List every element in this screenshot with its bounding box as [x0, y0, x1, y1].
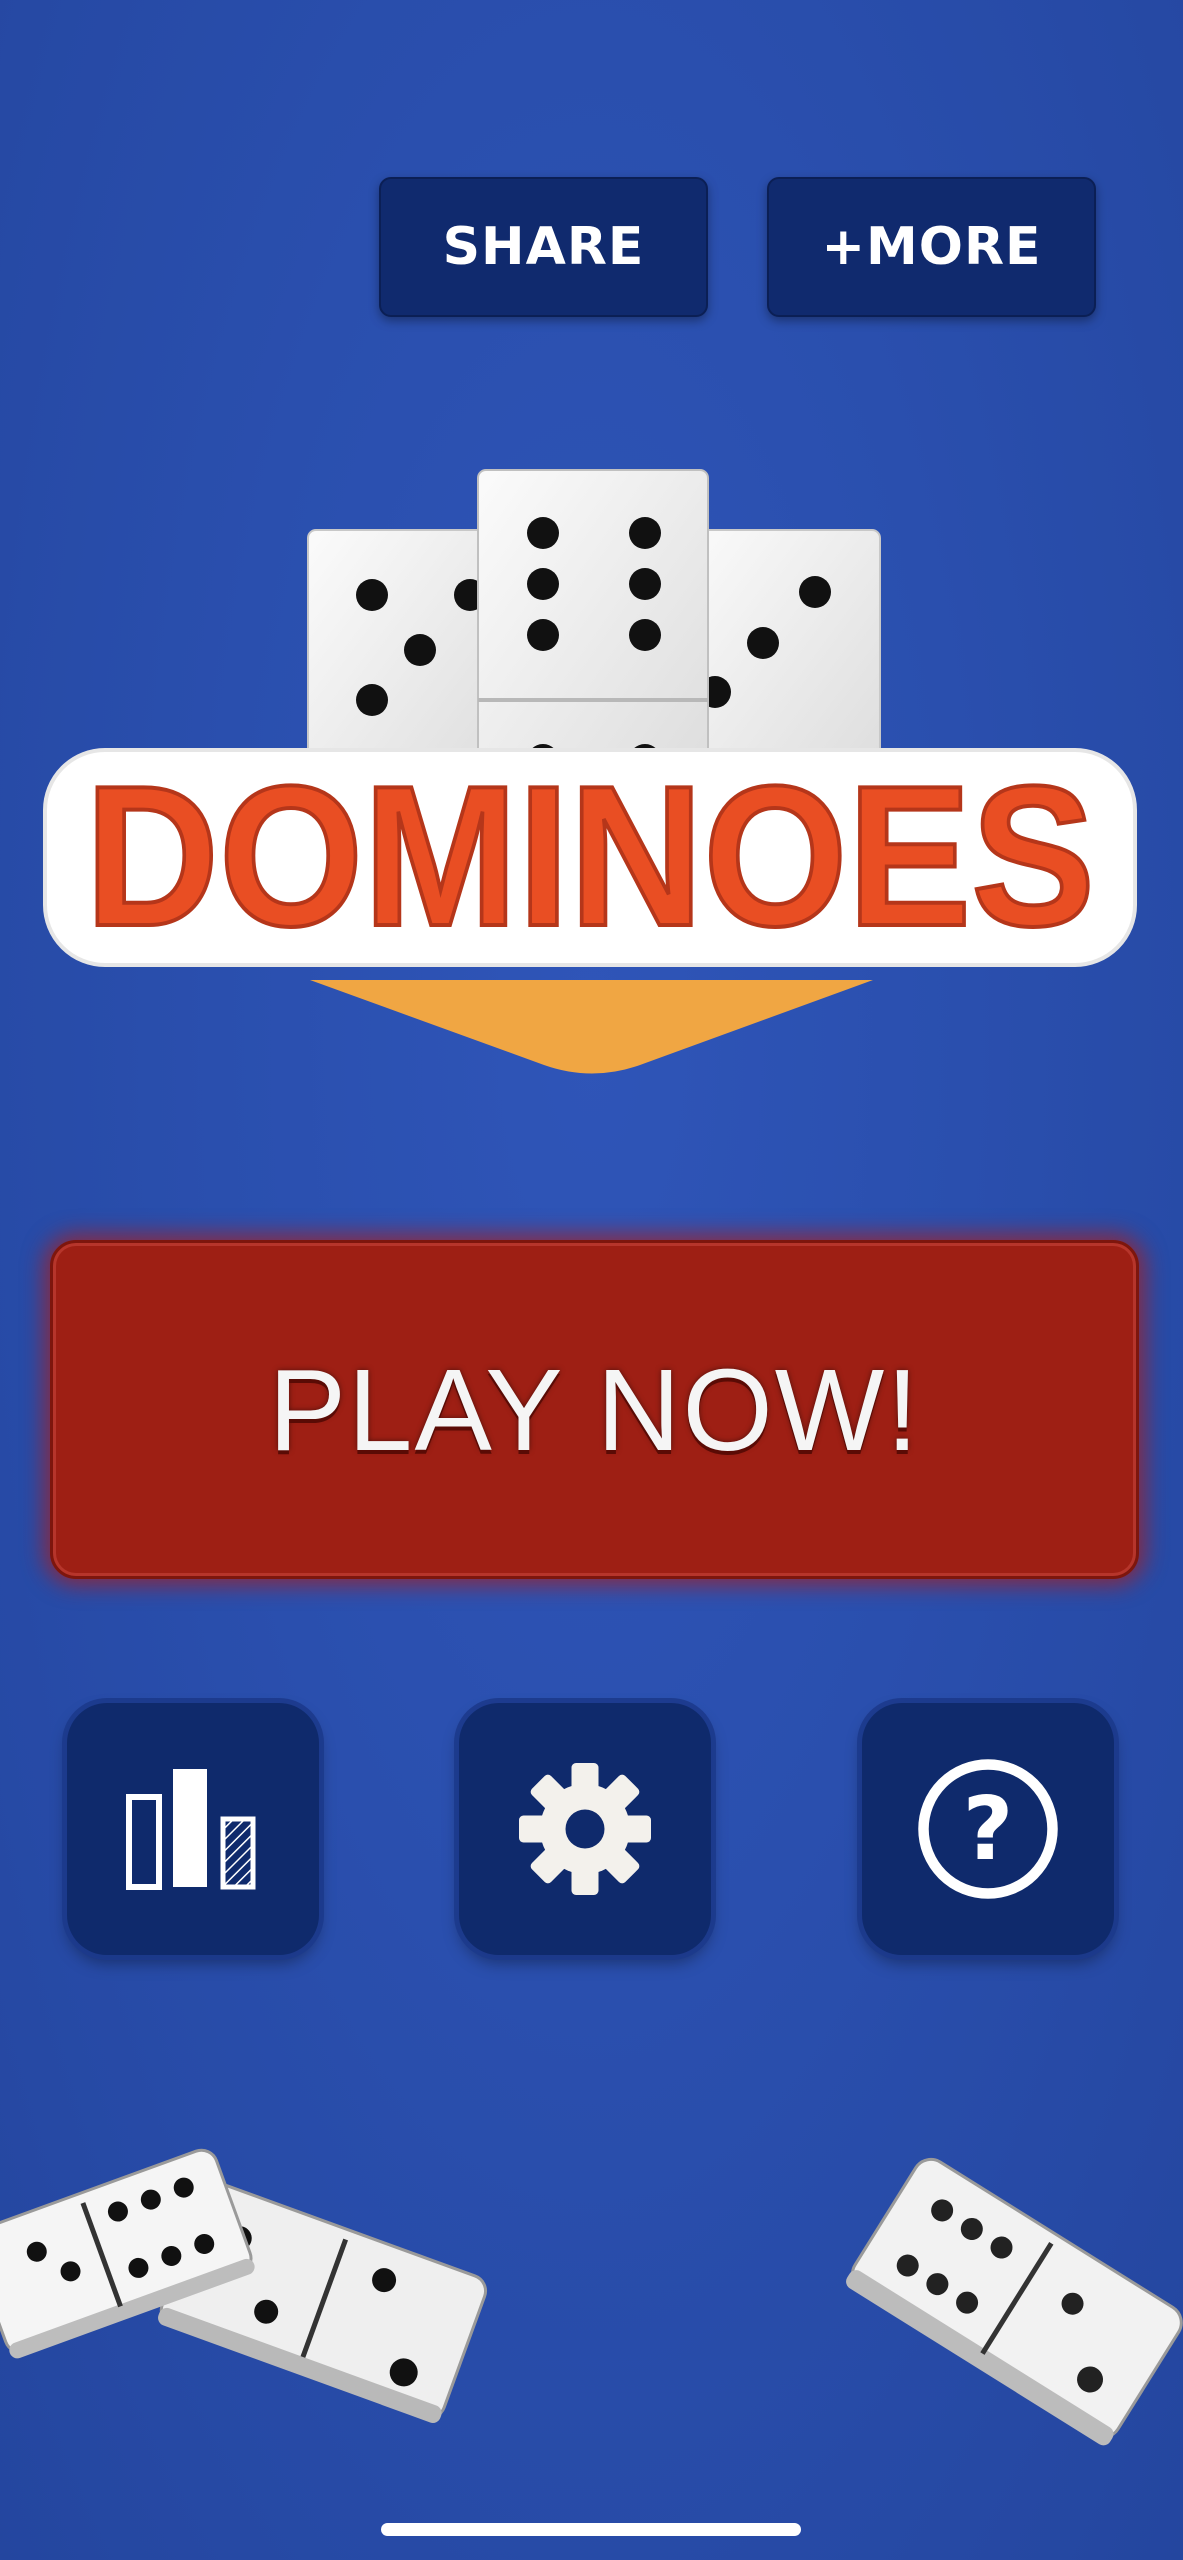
stats-button[interactable] — [67, 1703, 319, 1955]
help-icon: ? — [918, 1759, 1058, 1899]
domino-decoration-left — [0, 2148, 488, 2423]
settings-button[interactable] — [459, 1703, 711, 1955]
dominoes-logo: DOMINOES — [43, 469, 1137, 1074]
help-button[interactable]: ? — [862, 1703, 1114, 1955]
share-button[interactable]: SHARE — [379, 177, 708, 317]
domino-decoration-right — [846, 2157, 1183, 2446]
leaderboard-icon — [126, 1769, 256, 1890]
logo-title: DOMINOES — [85, 745, 1095, 968]
gear-icon — [519, 1763, 651, 1895]
play-now-button[interactable]: PLAY NOW! — [50, 1240, 1139, 1579]
more-button[interactable]: +MORE — [767, 177, 1096, 317]
svg-text:?: ? — [963, 1778, 1013, 1880]
logo-ribbon — [310, 980, 873, 1074]
home-indicator[interactable] — [381, 2523, 801, 2536]
